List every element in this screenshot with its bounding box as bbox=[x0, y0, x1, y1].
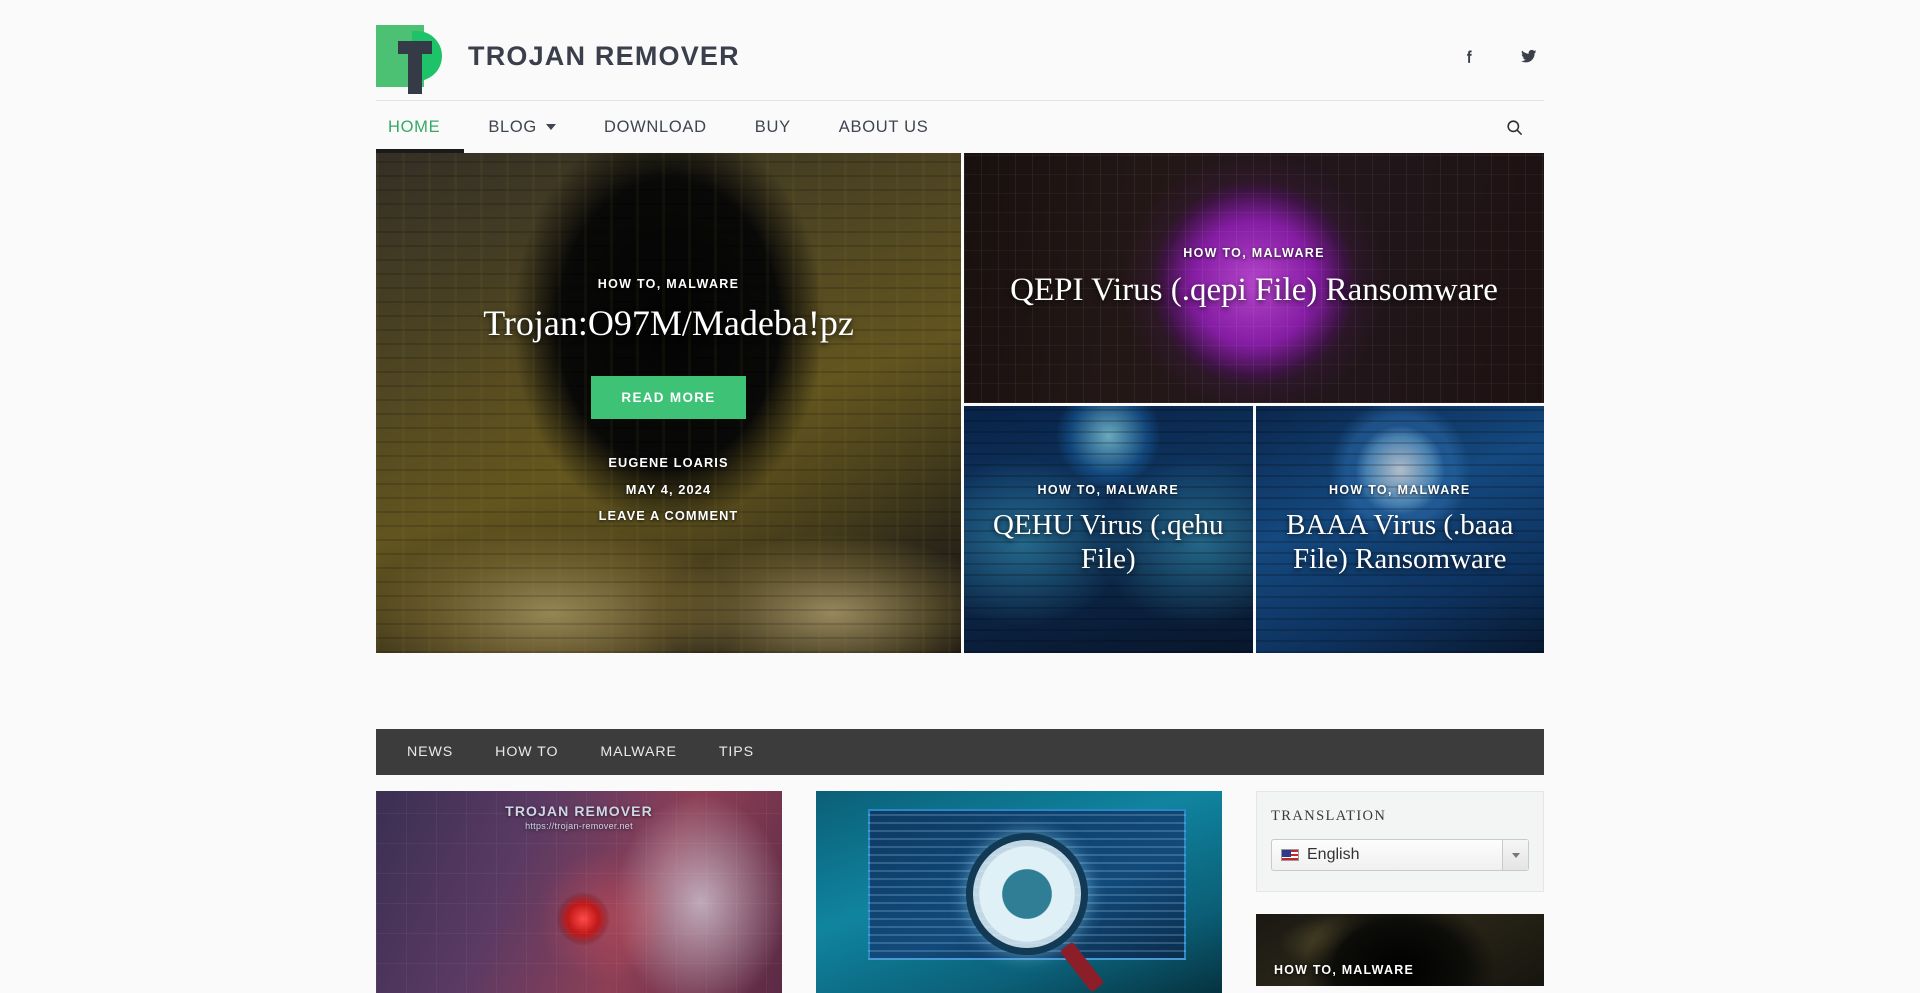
hero-comments-link[interactable]: LEAVE A COMMENT bbox=[599, 503, 739, 529]
facebook-icon[interactable] bbox=[1461, 48, 1478, 65]
hero-featured-title[interactable]: Trojan:O97M/Madeba!pz bbox=[483, 302, 854, 344]
nav-item-download[interactable]: DOWNLOAD bbox=[580, 101, 731, 153]
site-header: TROJAN REMOVER bbox=[376, 0, 1544, 100]
read-more-button[interactable]: READ MORE bbox=[591, 376, 746, 420]
hero-secondary-column: HOW TO, MALWARE QEPI Virus (.qepi File) … bbox=[964, 153, 1544, 653]
nav-label: BUY bbox=[754, 117, 791, 136]
main-nav: HOME BLOG DOWNLOAD BUY ABOUT US bbox=[376, 101, 1544, 154]
nav-item-blog[interactable]: BLOG bbox=[464, 101, 580, 153]
hero-featured-meta: EUGENE LOARIS MAY 4, 2024 LEAVE A COMMEN… bbox=[599, 450, 739, 529]
sidebar: TRANSLATION English HOW TO, MALWARE bbox=[1256, 791, 1544, 993]
sidebar-promo-categories[interactable]: HOW TO, MALWARE bbox=[1274, 963, 1414, 977]
hero-featured-card[interactable]: HOW TO, MALWARE Trojan:O97M/Madeba!pz RE… bbox=[376, 153, 961, 653]
main-nav-wrapper: HOME BLOG DOWNLOAD BUY ABOUT US bbox=[376, 100, 1544, 154]
nav-label: DOWNLOAD bbox=[603, 117, 707, 136]
brand[interactable]: TROJAN REMOVER bbox=[376, 25, 740, 94]
hero-author[interactable]: EUGENE LOARIS bbox=[599, 450, 739, 476]
brand-name: TROJAN REMOVER bbox=[468, 40, 740, 71]
nav-label: HOME bbox=[388, 117, 441, 136]
language-select[interactable]: English bbox=[1271, 839, 1529, 871]
hero-qepi-categories[interactable]: HOW TO, MALWARE bbox=[1183, 246, 1325, 260]
twitter-icon[interactable] bbox=[1520, 47, 1538, 65]
trojan-remover-logo-icon bbox=[376, 25, 450, 94]
selected-language-label: English bbox=[1307, 846, 1360, 863]
sidebar-promo-card[interactable]: HOW TO, MALWARE bbox=[1256, 914, 1544, 986]
nav-label: BLOG bbox=[488, 117, 537, 136]
search-toggle-button[interactable] bbox=[1505, 101, 1544, 153]
hero-featured-categories[interactable]: HOW TO, MALWARE bbox=[598, 277, 740, 291]
hero-qehu-title[interactable]: QEHU Virus (.qehu File) bbox=[986, 508, 1231, 576]
article-thumbnail[interactable]: TROJAN REMOVER https://trojan-remover.ne… bbox=[376, 791, 782, 993]
category-tab-news[interactable]: NEWS bbox=[386, 744, 474, 760]
page-root: TROJAN REMOVER HOME BLOG DOWNLOAD BUY AB… bbox=[0, 0, 1920, 993]
social-links bbox=[1461, 47, 1544, 65]
content-area: TROJAN REMOVER https://trojan-remover.ne… bbox=[376, 791, 1544, 993]
category-tab-bar: NEWS HOW TO MALWARE TIPS bbox=[376, 729, 1544, 775]
thumbnail-watermark: TROJAN REMOVER https://trojan-remover.ne… bbox=[505, 803, 653, 831]
hero-qehu-categories[interactable]: HOW TO, MALWARE bbox=[1038, 483, 1180, 497]
article-grid: TROJAN REMOVER https://trojan-remover.ne… bbox=[376, 791, 1222, 993]
hero-card-qehu[interactable]: HOW TO, MALWARE QEHU Virus (.qehu File) bbox=[964, 406, 1253, 653]
chevron-down-icon bbox=[545, 124, 556, 130]
article-card[interactable]: TROJAN REMOVER https://trojan-remover.ne… bbox=[376, 791, 782, 993]
hero-date: MAY 4, 2024 bbox=[625, 481, 712, 497]
article-card[interactable] bbox=[816, 791, 1222, 993]
nav-item-about-us[interactable]: ABOUT US bbox=[815, 101, 953, 153]
hero-baaa-title[interactable]: BAAA Virus (.baaa File) Ransomware bbox=[1278, 508, 1523, 576]
hero-bottom-row: HOW TO, MALWARE QEHU Virus (.qehu File) … bbox=[964, 406, 1544, 653]
translation-widget: TRANSLATION English bbox=[1256, 791, 1544, 892]
chevron-down-icon[interactable] bbox=[1502, 840, 1528, 870]
category-tab-how-to[interactable]: HOW TO bbox=[474, 744, 579, 760]
hero-card-qepi[interactable]: HOW TO, MALWARE QEPI Virus (.qepi File) … bbox=[964, 153, 1544, 403]
nav-label: ABOUT US bbox=[838, 117, 929, 136]
nav-item-buy[interactable]: BUY bbox=[731, 101, 815, 153]
translation-widget-title: TRANSLATION bbox=[1271, 808, 1387, 824]
hero-baaa-categories[interactable]: HOW TO, MALWARE bbox=[1329, 483, 1471, 497]
nav-item-home[interactable]: HOME bbox=[376, 101, 465, 154]
magnifier-graphic bbox=[966, 833, 1088, 955]
category-tab-malware[interactable]: MALWARE bbox=[579, 744, 697, 760]
search-icon bbox=[1507, 119, 1523, 135]
nav-items: HOME BLOG DOWNLOAD BUY ABOUT US bbox=[376, 101, 953, 154]
category-tab-tips[interactable]: TIPS bbox=[698, 744, 775, 760]
us-flag-icon bbox=[1281, 849, 1299, 861]
hero-qepi-title[interactable]: QEPI Virus (.qepi File) Ransomware bbox=[1010, 271, 1498, 310]
article-thumbnail[interactable] bbox=[816, 791, 1222, 993]
hero-grid: HOW TO, MALWARE Trojan:O97M/Madeba!pz RE… bbox=[376, 153, 1544, 653]
hero-card-baaa[interactable]: HOW TO, MALWARE BAAA Virus (.baaa File) … bbox=[1255, 406, 1544, 653]
